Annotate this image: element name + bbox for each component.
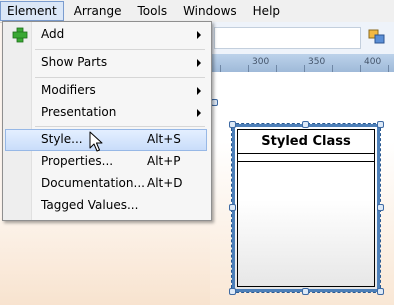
menu-item-properties[interactable]: Properties... Alt+P: [5, 151, 207, 173]
class-body: Styled Class: [237, 129, 375, 287]
menu-item-label: Presentation: [41, 105, 117, 119]
element-menu-dropdown: Add Show Parts Modifiers Presentation St…: [2, 21, 212, 221]
ruler-label: 300: [252, 57, 270, 67]
menu-windows[interactable]: Windows: [177, 1, 243, 21]
menu-item-shortcut: Alt+P: [147, 154, 181, 168]
ruler-tick: [360, 65, 361, 72]
menu-bar: Element Arrange Tools Windows Help: [0, 0, 394, 23]
class-name: Styled Class: [261, 134, 351, 149]
submenu-arrow-icon: [197, 87, 201, 95]
menu-help[interactable]: Help: [247, 1, 286, 21]
ruler-tick: [220, 65, 221, 72]
menu-item-label: Style...: [41, 132, 83, 146]
menu-item-label: Documentation...: [41, 176, 145, 190]
attributes-divider: [238, 153, 374, 154]
layout-icon[interactable]: [368, 28, 386, 46]
menu-item-documentation[interactable]: Documentation... Alt+D: [5, 173, 207, 195]
resize-handle-bottom[interactable]: [302, 288, 309, 295]
ruler-tick: [276, 65, 277, 72]
menu-item-label: Modifiers: [41, 83, 96, 97]
menu-item-label: Show Parts: [41, 55, 108, 69]
menu-item-shortcut: Alt+D: [147, 176, 183, 190]
menu-item-add[interactable]: Add: [5, 24, 207, 46]
resize-handle-top[interactable]: [302, 121, 309, 128]
ruler-tick: [388, 65, 389, 72]
menu-arrange[interactable]: Arrange: [68, 1, 128, 21]
green-plus-icon: [12, 27, 28, 43]
resize-handle-left[interactable]: [229, 204, 236, 211]
class-element[interactable]: Styled Class: [231, 123, 381, 293]
menu-separator: [35, 49, 205, 50]
resize-handle-partial[interactable]: [211, 99, 218, 106]
operations-divider: [238, 161, 374, 162]
resize-handle-top-right[interactable]: [377, 121, 384, 128]
ruler: 300 350 400: [210, 54, 394, 73]
menu-item-show-parts[interactable]: Show Parts: [5, 52, 207, 74]
menu-item-presentation[interactable]: Presentation: [5, 102, 207, 124]
ruler-tick: [304, 65, 305, 72]
menu-item-style[interactable]: Style... Alt+S: [5, 129, 207, 151]
submenu-arrow-icon: [197, 31, 201, 39]
menu-item-label: Tagged Values...: [41, 198, 139, 212]
resize-handle-bottom-right[interactable]: [377, 288, 384, 295]
menu-item-modifiers[interactable]: Modifiers: [5, 80, 207, 102]
menu-separator: [35, 77, 205, 78]
submenu-arrow-icon: [197, 59, 201, 67]
menu-tools[interactable]: Tools: [132, 1, 174, 21]
mouse-pointer-icon: [89, 131, 103, 152]
menu-separator: [35, 126, 205, 127]
resize-handle-right[interactable]: [377, 204, 384, 211]
ruler-label: 350: [308, 57, 326, 67]
menu-item-label: Properties...: [41, 154, 114, 168]
resize-handle-top-left[interactable]: [229, 121, 236, 128]
toolbar: [210, 22, 394, 55]
ruler-tick: [332, 65, 333, 72]
ruler-label: 400: [364, 57, 382, 67]
resize-handle-bottom-left[interactable]: [229, 288, 236, 295]
menu-item-label: Add: [41, 27, 65, 41]
menu-item-tagged-values[interactable]: Tagged Values...: [5, 195, 207, 217]
menu-element[interactable]: Element: [0, 1, 64, 21]
diagram-canvas-edge: [0, 218, 210, 305]
menu-item-shortcut: Alt+S: [147, 132, 181, 146]
ruler-tick: [248, 65, 249, 72]
submenu-arrow-icon: [197, 109, 201, 117]
toolbar-field[interactable]: [214, 27, 361, 49]
